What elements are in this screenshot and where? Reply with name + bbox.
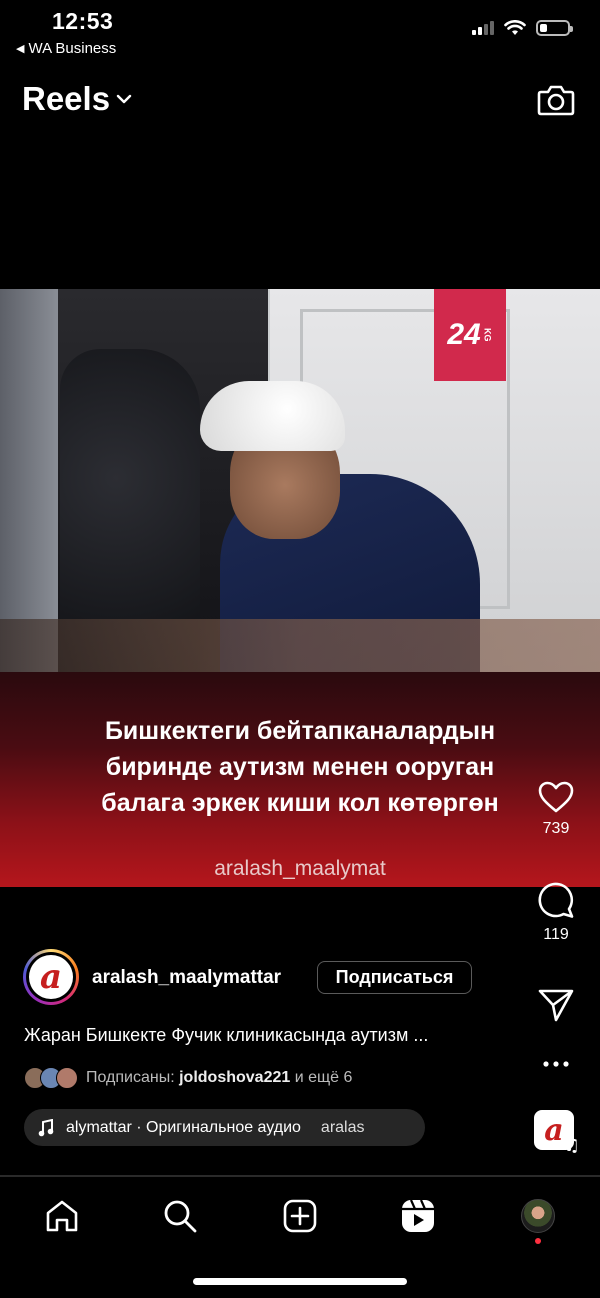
create-icon: [283, 1199, 317, 1233]
video-caption: Бишкектеги бейтапканалардын биринде аути…: [0, 713, 600, 821]
cellular-signal-icon: [472, 21, 494, 35]
author-username[interactable]: aralash_maalymattar: [92, 967, 281, 989]
audio-secondary-label: aralas: [320, 1118, 365, 1136]
audio-thumbnail-logo: a: [544, 1112, 564, 1148]
wifi-icon: [504, 20, 526, 35]
camera-button[interactable]: [536, 80, 576, 120]
followed-by-prefix: Подписаны:: [86, 1069, 180, 1086]
video-caption-line: Бишкектеги бейтапканалардын: [104, 717, 496, 745]
music-note-icon: ♫: [563, 1135, 580, 1156]
tab-profile[interactable]: [518, 1196, 558, 1236]
video-scene-cap: [200, 381, 345, 451]
follower-avatars: [24, 1067, 78, 1089]
more-options-button[interactable]: [526, 1058, 586, 1070]
status-time: 12:53: [52, 8, 114, 34]
subscribe-button[interactable]: Подписаться: [317, 961, 472, 994]
followed-by-suffix: и ещё 6: [290, 1069, 353, 1086]
chevron-down-icon: [116, 94, 132, 104]
back-to-app-link[interactable]: ◀ WA Business: [16, 40, 116, 57]
home-indicator: [193, 1278, 407, 1285]
back-app-label: WA Business: [28, 40, 117, 57]
share-icon: [538, 989, 574, 1022]
music-note-icon: [38, 1118, 56, 1137]
camera-icon: [537, 85, 575, 116]
home-icon: [46, 1200, 78, 1232]
channel-logo-text: 24: [447, 318, 481, 351]
channel-logo-sub: KG: [482, 328, 493, 342]
video-caption-line: биринде аутизм менен ооруган: [105, 753, 495, 781]
like-count: 739: [542, 820, 570, 837]
share-button[interactable]: [526, 987, 586, 1023]
follower-avatar: [56, 1067, 78, 1089]
heart-icon: [538, 781, 574, 813]
video-watermark: aralash_maalymat: [214, 857, 386, 880]
followed-by-name: joldoshova221: [179, 1069, 291, 1086]
reel-video[interactable]: 24 KG Бишкектеги бейтапканалардын биринд…: [0, 289, 600, 887]
comment-button[interactable]: 119: [526, 880, 586, 944]
followed-by-row[interactable]: Подписаны: joldoshova221 и ещё 6: [24, 1067, 352, 1089]
author-avatar-logo: a: [29, 955, 73, 999]
audio-thumbnail[interactable]: a ♫: [534, 1110, 580, 1156]
comment-count: 119: [543, 926, 569, 943]
tab-create[interactable]: [280, 1196, 320, 1236]
tab-home[interactable]: [42, 1196, 82, 1236]
status-icons: [472, 20, 573, 36]
video-caption-line: балага эркек киши кол көтөргөн: [101, 789, 499, 817]
like-button[interactable]: 739: [526, 780, 586, 838]
reel-description[interactable]: Жаран Бишкекте Фучик клиникасында аутизм…: [24, 1025, 428, 1046]
reels-title-dropdown[interactable]: Reels: [22, 80, 132, 118]
comment-icon: [538, 882, 574, 918]
profile-avatar: [521, 1199, 555, 1233]
audio-pill[interactable]: alymattar · Оригинальное аудио aralas: [24, 1109, 425, 1146]
channel-logo: 24 KG: [434, 289, 506, 381]
page-title: Reels: [22, 80, 111, 117]
battery-icon: [536, 20, 573, 36]
reels-icon: [402, 1199, 434, 1232]
author-avatar[interactable]: a: [23, 949, 79, 1005]
audio-track-label: alymattar · Оригинальное аудио: [66, 1118, 301, 1136]
more-icon: [543, 1061, 569, 1067]
search-icon: [164, 1200, 197, 1233]
video-scene-floor: [0, 619, 600, 672]
back-arrow-icon: ◀: [16, 43, 25, 55]
tab-reels[interactable]: [398, 1196, 438, 1236]
tab-search[interactable]: [160, 1196, 200, 1236]
followed-by-text: Подписаны: joldoshova221 и ещё 6: [86, 1069, 352, 1087]
notification-dot: [535, 1238, 541, 1244]
